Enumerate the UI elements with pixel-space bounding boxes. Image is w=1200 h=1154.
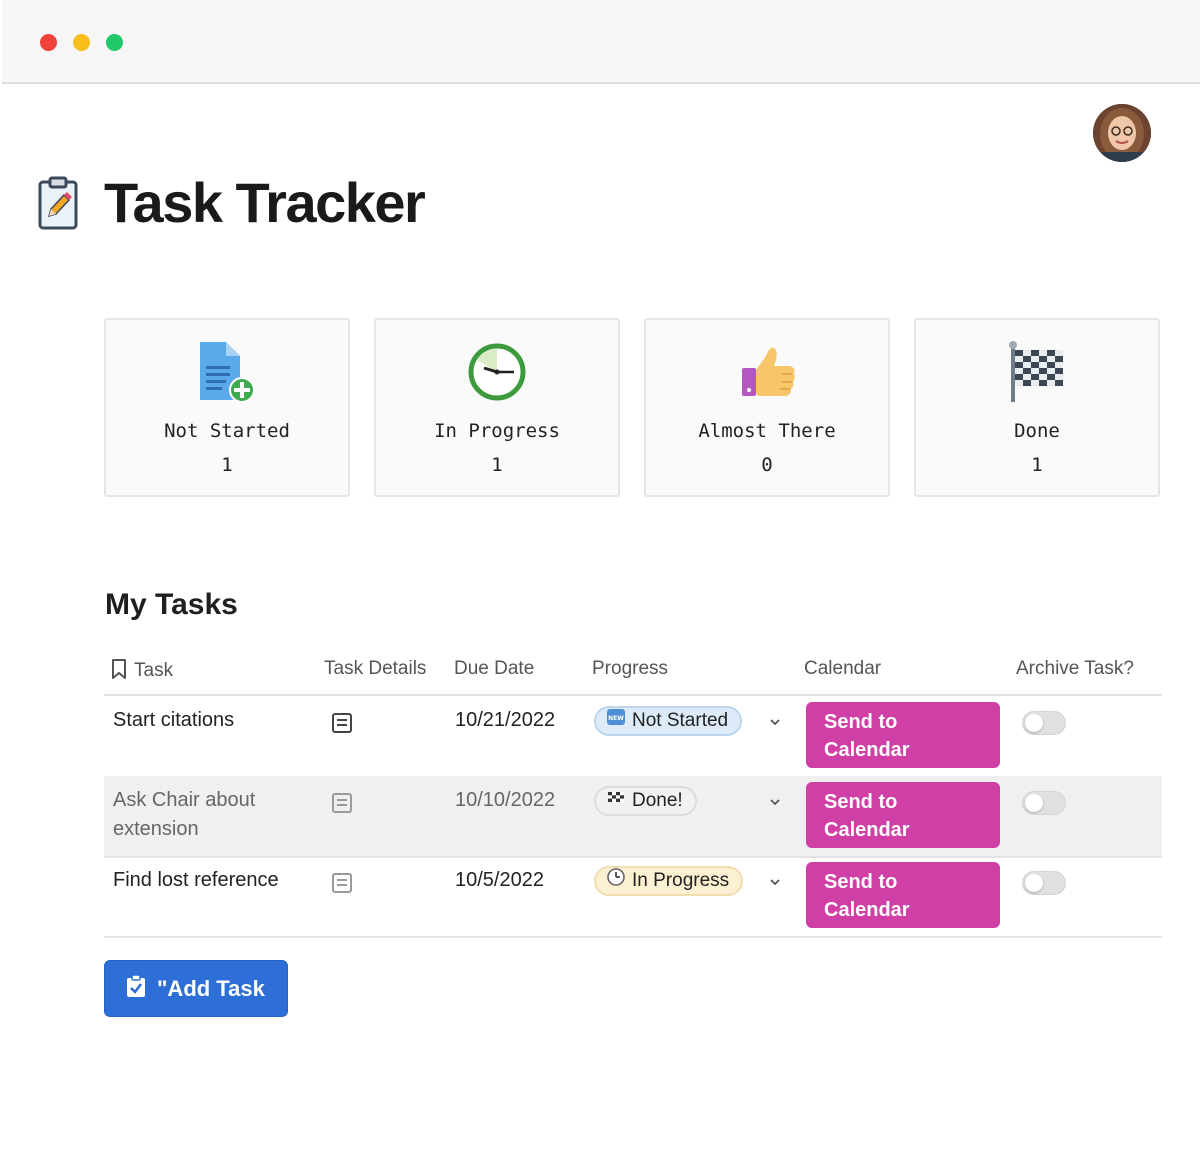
status-card-count: 1	[221, 454, 233, 476]
archive-toggle[interactable]	[1022, 791, 1066, 815]
status-card-count: 0	[761, 454, 773, 476]
archive-toggle[interactable]	[1022, 871, 1066, 895]
column-header-due-date[interactable]: Due Date	[454, 658, 534, 680]
due-date: 10/21/2022	[455, 709, 556, 731]
window-titlebar	[2, 0, 1200, 84]
status-card-in-progress[interactable]: In Progress 1	[374, 318, 620, 497]
progress-label: Not Started	[632, 710, 729, 731]
minimize-window-button[interactable]	[73, 34, 90, 51]
task-name[interactable]: Find lost reference	[113, 866, 279, 895]
clock-icon	[376, 340, 618, 404]
send-to-calendar-button[interactable]: Send to Calendar	[806, 862, 1000, 928]
progress-label: Done!	[632, 790, 683, 811]
status-card-not-started[interactable]: Not Started 1	[104, 318, 350, 497]
due-date: 10/10/2022	[455, 789, 556, 811]
progress-label: In Progress	[632, 870, 730, 891]
status-card-almost-there[interactable]: Almost There 0	[644, 318, 890, 497]
status-card-label: Almost There	[698, 420, 836, 442]
column-header-archive[interactable]: Archive Task?	[1016, 658, 1134, 680]
column-header-label: Task	[134, 660, 174, 681]
close-window-button[interactable]	[40, 34, 57, 51]
page-title: Task Tracker	[104, 171, 426, 234]
status-card-done[interactable]: Done 1	[914, 318, 1160, 497]
progress-pill[interactable]: NEW Not Started	[594, 706, 743, 736]
add-task-label: "Add Task	[157, 975, 265, 1001]
task-name[interactable]: Ask Chair about extension	[113, 786, 313, 844]
status-card-count: 1	[1031, 454, 1043, 476]
toggle-knob	[1025, 874, 1043, 892]
task-details-icon[interactable]	[331, 792, 353, 819]
table-row[interactable]: Ask Chair about extension 10/10/2022 Don…	[104, 776, 1162, 858]
checkered-flag-icon	[916, 340, 1158, 404]
add-task-button[interactable]: "Add Task	[104, 960, 288, 1017]
clock-icon	[606, 867, 626, 895]
archive-toggle[interactable]	[1022, 711, 1066, 735]
chevron-down-icon[interactable]	[768, 874, 782, 892]
task-details-icon[interactable]	[331, 872, 353, 899]
progress-pill[interactable]: In Progress	[594, 866, 744, 896]
user-avatar[interactable]	[1093, 104, 1151, 162]
send-to-calendar-button[interactable]: Send to Calendar	[806, 782, 1000, 848]
column-header-progress[interactable]: Progress	[592, 658, 668, 680]
table-row[interactable]: Start citations 10/21/2022 NEW Not Start…	[104, 696, 1162, 778]
clipboard-pencil-icon	[36, 176, 80, 230]
task-details-icon[interactable]	[331, 712, 353, 739]
column-header-calendar[interactable]: Calendar	[804, 658, 881, 680]
status-card-label: Not Started	[164, 420, 290, 442]
send-to-calendar-button[interactable]: Send to Calendar	[806, 702, 1000, 768]
thumbs-up-icon	[646, 340, 888, 404]
column-header-task-details[interactable]: Task Details	[324, 658, 426, 680]
status-card-label: Done	[1014, 420, 1060, 442]
maximize-window-button[interactable]	[106, 34, 123, 51]
column-header-task[interactable]: Task	[110, 658, 173, 682]
task-name[interactable]: Start citations	[113, 706, 234, 735]
due-date: 10/5/2022	[455, 869, 544, 891]
section-title: My Tasks	[105, 588, 238, 621]
chevron-down-icon[interactable]	[768, 714, 782, 732]
progress-pill[interactable]: Done!	[594, 786, 697, 816]
status-card-label: In Progress	[434, 420, 560, 442]
checkered-flag-icon	[606, 787, 626, 815]
bookmark-icon	[112, 659, 126, 679]
new-badge-icon: NEW	[606, 707, 626, 735]
toggle-knob	[1025, 794, 1043, 812]
status-card-count: 1	[491, 454, 503, 476]
table-row[interactable]: Find lost reference 10/5/2022 In Progres…	[104, 856, 1162, 938]
toggle-knob	[1025, 714, 1043, 732]
svg-text:NEW: NEW	[608, 715, 624, 722]
clipboard-check-icon	[125, 973, 147, 1004]
new-document-icon	[106, 340, 348, 404]
chevron-down-icon[interactable]	[768, 794, 782, 812]
